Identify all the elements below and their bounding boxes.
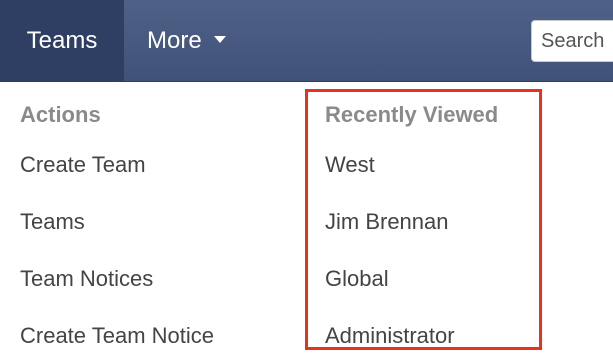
recent-item-administrator[interactable]: Administrator <box>325 323 455 349</box>
tab-more-label: More <box>147 27 202 54</box>
tab-teams[interactable]: Teams <box>0 0 124 82</box>
menu-item-team-notices[interactable]: Team Notices <box>20 266 153 292</box>
menu-item-teams[interactable]: Teams <box>20 209 85 235</box>
recently-viewed-heading: Recently Viewed <box>325 102 499 127</box>
more-dropdown-menu: Actions Create Team Teams Team Notices C… <box>0 82 613 356</box>
tab-more[interactable]: More <box>124 0 249 82</box>
search-input[interactable] <box>531 20 613 62</box>
recent-item-jim-brennan[interactable]: Jim Brennan <box>325 209 449 235</box>
page: Teams More Actions Create Team Teams Tea… <box>0 0 613 356</box>
caret-down-icon <box>213 36 226 44</box>
menu-item-create-team-notice[interactable]: Create Team Notice <box>20 323 214 349</box>
recent-item-global[interactable]: Global <box>325 266 389 292</box>
top-navbar: Teams More <box>0 0 613 82</box>
tab-teams-label: Teams <box>26 27 98 54</box>
recent-item-west[interactable]: West <box>325 152 375 178</box>
menu-item-create-team[interactable]: Create Team <box>20 152 146 178</box>
actions-heading: Actions <box>20 102 101 127</box>
